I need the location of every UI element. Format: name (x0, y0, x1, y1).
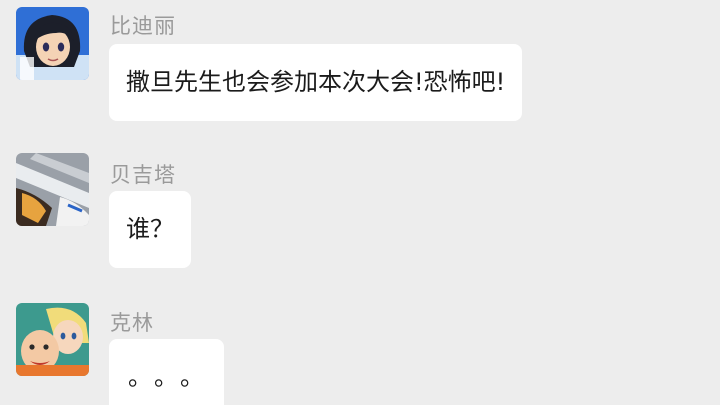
sender-name: 贝吉塔 (110, 163, 176, 187)
message-bubble[interactable]: 。。。 (109, 339, 224, 405)
chat-history: 比迪丽 撒旦先生也会参加本次大会!恐怖吧! 贝吉塔 谁？ 克林 。。。 (0, 0, 720, 405)
sender-name: 比迪丽 (110, 14, 176, 38)
videl-avatar-icon[interactable] (16, 7, 89, 80)
message-bubble[interactable]: 谁？ (109, 191, 191, 268)
sender-name: 克林 (110, 311, 154, 335)
vegeta-avatar-icon[interactable] (16, 153, 89, 226)
message-bubble[interactable]: 撒旦先生也会参加本次大会!恐怖吧! (109, 44, 523, 121)
krillin-avatar-icon[interactable] (16, 303, 89, 376)
